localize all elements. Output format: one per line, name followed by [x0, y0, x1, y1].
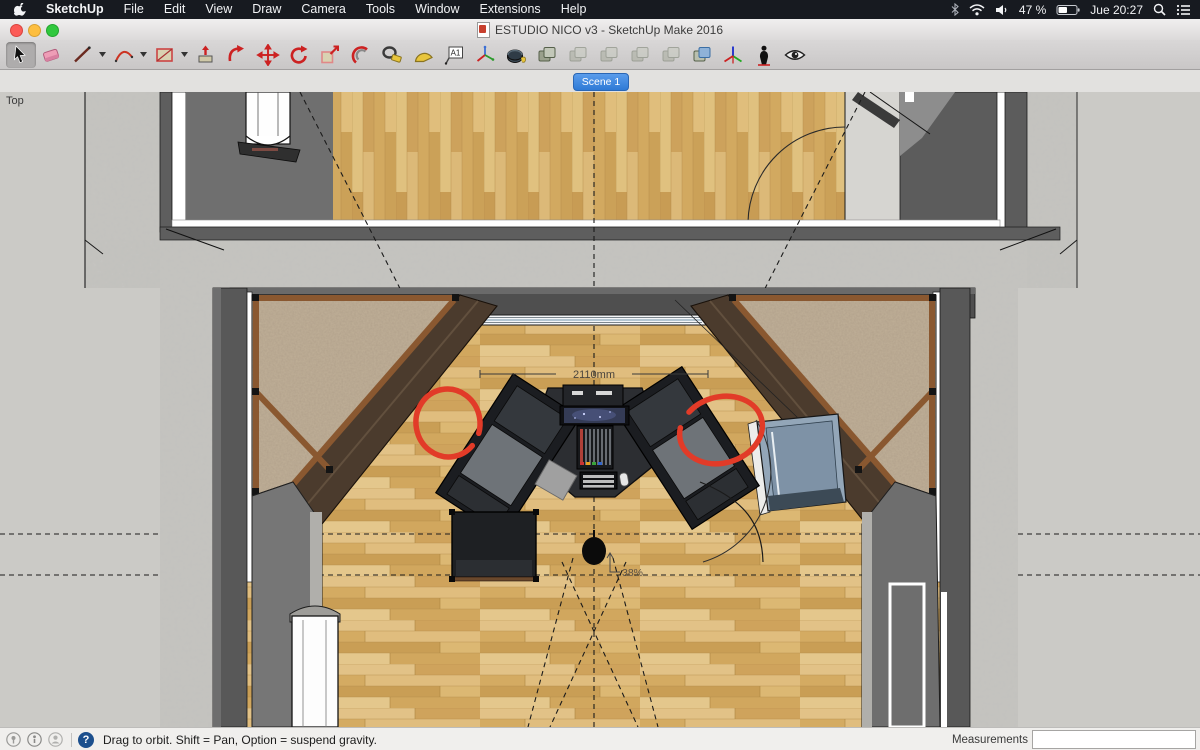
component-button-3[interactable]	[594, 42, 624, 68]
scale-tool[interactable]	[315, 42, 345, 68]
menu-file[interactable]: File	[114, 0, 154, 19]
component-button-2[interactable]	[563, 42, 593, 68]
walk-tool[interactable]	[749, 42, 779, 68]
menu-sketchup[interactable]: SketchUp	[36, 0, 114, 19]
rotate-tool[interactable]	[284, 42, 314, 68]
scene-tab-bar: Scene 1	[0, 70, 1200, 93]
arc-tool-dropdown[interactable]	[140, 42, 148, 68]
rectangle-tool-dropdown[interactable]	[181, 42, 189, 68]
desk-shelf	[563, 385, 623, 406]
battery-percent: 47 %	[1019, 3, 1046, 17]
scene-tab-1[interactable]: Scene 1	[573, 73, 629, 91]
status-bar: ? Drag to orbit. Shift = Pan, Option = s…	[0, 727, 1200, 750]
model-viewport[interactable]: Top	[0, 92, 1200, 727]
move-tool[interactable]	[253, 42, 283, 68]
menu-help[interactable]: Help	[551, 0, 597, 19]
macos-menubar: SketchUpFileEditViewDrawCameraToolsWindo…	[0, 0, 1200, 19]
help-button[interactable]: ?	[78, 732, 94, 748]
menu-tools[interactable]: Tools	[356, 0, 405, 19]
apple-icon	[14, 3, 26, 17]
window-titlebar: ESTUDIO NICO v3 - SketchUp Make 2016	[0, 19, 1200, 41]
menu-window[interactable]: Window	[405, 0, 469, 19]
window-title: ESTUDIO NICO v3 - SketchUp Make 2016	[495, 23, 723, 37]
sketchup-window: SketchUpFileEditViewDrawCameraToolsWindo…	[0, 0, 1200, 750]
line-tool[interactable]	[68, 42, 98, 68]
menu-camera[interactable]: Camera	[291, 0, 355, 19]
sign-in-avatar-icon[interactable]	[48, 732, 63, 747]
mixer	[577, 426, 613, 469]
statusbar-divider	[71, 733, 72, 747]
select-tool[interactable]	[6, 42, 36, 68]
protractor-tool[interactable]	[408, 42, 438, 68]
upper-room	[160, 92, 1060, 250]
claim-credit-icon[interactable]	[27, 732, 42, 747]
listener-head	[582, 537, 606, 565]
axes-tool[interactable]	[470, 42, 500, 68]
keyboard	[580, 472, 617, 489]
bluetooth-icon[interactable]	[951, 3, 959, 16]
battery-icon[interactable]	[1056, 4, 1080, 16]
model-canvas[interactable]: 2110mm 38%	[0, 92, 1200, 727]
menu-extensions[interactable]: Extensions	[470, 0, 551, 19]
menu-view[interactable]: View	[195, 0, 242, 19]
component-button-5[interactable]	[656, 42, 686, 68]
spotlight-icon[interactable]	[1153, 3, 1166, 16]
axes-display-button[interactable]	[718, 42, 748, 68]
menubar-clock[interactable]: Jue 20:27	[1090, 3, 1143, 17]
subwoofer	[449, 509, 539, 582]
notification-center-icon[interactable]	[1176, 4, 1190, 16]
menubar-status: 47 % Jue 20:27	[951, 3, 1200, 17]
laptop	[560, 406, 629, 425]
component-button-4[interactable]	[625, 42, 655, 68]
rectangle-tool[interactable]	[150, 42, 180, 68]
measurements-label: Measurements	[952, 734, 1028, 746]
view-name-label: Top	[6, 95, 24, 107]
studio-door-right	[890, 584, 924, 727]
apple-menu[interactable]	[0, 3, 36, 17]
arc-tool[interactable]	[109, 42, 139, 68]
menu-draw[interactable]: Draw	[242, 0, 291, 19]
svg-text:A1: A1	[451, 48, 461, 57]
volume-icon[interactable]	[995, 4, 1009, 16]
menu-edit[interactable]: Edit	[154, 0, 196, 19]
measurements-input[interactable]	[1032, 730, 1196, 749]
followme-tool[interactable]	[222, 42, 252, 68]
studio-door-left	[292, 616, 338, 727]
offset-tool[interactable]	[346, 42, 376, 68]
dimension-label: 2110mm	[573, 369, 615, 381]
status-hint: Drag to orbit. Shift = Pan, Option = sus…	[103, 733, 377, 747]
look-around-tool[interactable]	[780, 42, 810, 68]
menubar-menus: SketchUpFileEditViewDrawCameraToolsWindo…	[0, 0, 596, 19]
eraser-tool[interactable]	[37, 42, 67, 68]
upper-room-wood-floor	[333, 92, 845, 220]
tool-palette: A1	[0, 40, 1200, 70]
geolocation-icon[interactable]	[6, 732, 21, 747]
pushpull-tool[interactable]	[191, 42, 221, 68]
component-button-blue[interactable]	[687, 42, 717, 68]
line-tool-dropdown[interactable]	[99, 42, 107, 68]
wifi-icon[interactable]	[969, 4, 985, 16]
text-tool[interactable]: A1	[439, 42, 469, 68]
make-component-button[interactable]	[532, 42, 562, 68]
document-icon	[477, 22, 490, 38]
percent-label: 38%	[622, 567, 643, 579]
paint-bucket-tool[interactable]	[501, 42, 531, 68]
tape-measure-tool[interactable]	[377, 42, 407, 68]
